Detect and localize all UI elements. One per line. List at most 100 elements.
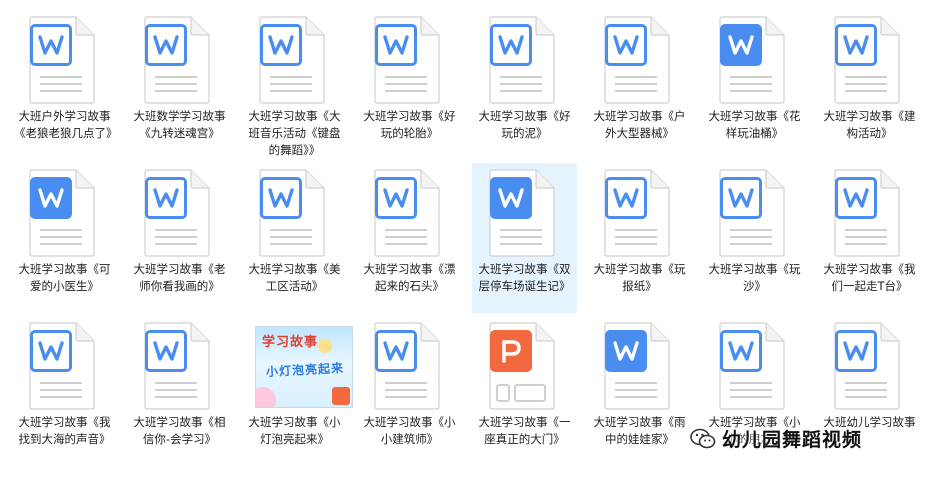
word-icon: [260, 24, 302, 66]
file-item[interactable]: 大班学习故事《好玩的泥》: [472, 10, 577, 160]
ppt-icon: [332, 387, 350, 405]
word-file-icon: [143, 169, 211, 257]
file-name-label: 大班学习故事《好玩的泥》: [478, 109, 571, 140]
flower-decoration: [318, 339, 332, 353]
word-icon: [835, 24, 877, 66]
file-item[interactable]: 大班学习故事《户外大型器械》: [587, 10, 692, 160]
image-title: 学习故事: [262, 335, 319, 350]
word-icon: [720, 177, 762, 219]
word-icon: [835, 177, 877, 219]
word-icon: [720, 330, 762, 372]
word-icon: [145, 177, 187, 219]
file-item[interactable]: 大班户外学习故事《老狼老狼几点了》: [12, 10, 118, 160]
file-name-label: 大班学习故事《好玩的轮胎》: [363, 109, 456, 140]
file-name-label: 大班学习故事《漂起来的石头》: [363, 262, 456, 293]
file-item[interactable]: 大班学习故事《小小建筑师》: [357, 316, 462, 466]
file-name-label: 大班学习故事《小灯泡亮起来》: [248, 415, 341, 446]
file-name-label: 大班学习故事《可爱的小医生》: [18, 262, 111, 293]
ppt-file-icon: [488, 322, 556, 410]
word-file-icon: [258, 16, 326, 104]
file-name-label: 大班学习故事《相信你-会学习》: [133, 415, 226, 446]
image-preview: 学习故事小灯泡亮起来: [255, 326, 353, 408]
file-name-label: 大班户外学习故事《老狼老狼几点了》: [14, 109, 118, 140]
file-name-label: 大班学习故事《大班音乐活动《键盘的舞蹈》》: [248, 109, 341, 157]
file-item[interactable]: 大班学习故事《双层停车场诞生记》: [472, 163, 577, 313]
word-icon: [375, 24, 417, 66]
file-name-label: 大班学习故事《花样玩油桶》: [708, 109, 801, 140]
file-item[interactable]: 大班学习故事《建构活动》: [817, 10, 922, 160]
file-item[interactable]: 大班学习故事《大班音乐活动《键盘的舞蹈》》: [242, 10, 347, 160]
word-file-icon: [488, 16, 556, 104]
word-icon: [375, 177, 417, 219]
watermark-text: 幼儿园舞蹈视频: [722, 429, 863, 451]
file-item[interactable]: 大班学习故事《相信你-会学习》: [127, 316, 232, 466]
file-item[interactable]: 大班学习故事《我们一起走T台》: [817, 163, 922, 313]
word-file-icon: [603, 16, 671, 104]
word-icon: [490, 177, 532, 219]
word-file-icon: [833, 169, 901, 257]
word-file-icon: [143, 16, 211, 104]
file-name-label: 大班学习故事《双层停车场诞生记》: [478, 262, 571, 293]
word-file-icon: [603, 169, 671, 257]
word-icon: [605, 177, 647, 219]
word-file-icon: [833, 16, 901, 104]
image-subtitle: 小灯泡亮起来: [265, 360, 345, 380]
file-name-label: 大班学习故事《小小建筑师》: [363, 415, 456, 446]
word-icon: [30, 177, 72, 219]
file-name-label: 大班学习故事《美工区活动》: [248, 262, 341, 293]
file-item[interactable]: 大班学习故事《漂起来的石头》: [357, 163, 462, 313]
watermark: 幼儿园舞蹈视频: [690, 425, 862, 452]
word-file-icon: [718, 16, 786, 104]
word-icon: [260, 177, 302, 219]
file-item[interactable]: 大班学习故事《雨中的娃娃家》: [587, 316, 692, 466]
file-name-label: 大班学习故事《户外大型器械》: [593, 109, 686, 140]
file-item[interactable]: 大班学习故事《美工区活动》: [242, 163, 347, 313]
word-file-icon: [718, 169, 786, 257]
word-file-icon: [28, 322, 96, 410]
word-file-icon: [28, 16, 96, 104]
file-grid: 大班户外学习故事《老狼老狼几点了》 大班数学学习故事《九转迷魂宫》 大班学习故事《大…: [12, 10, 925, 469]
word-file-icon: [373, 169, 441, 257]
word-icon: [145, 330, 187, 372]
word-file-icon: [143, 322, 211, 410]
file-item[interactable]: 大班学习故事《好玩的轮胎》: [357, 10, 462, 160]
file-name-label: 大班学习故事《我们一起走T台》: [823, 262, 916, 293]
flower-decoration: [256, 387, 276, 407]
file-name-label: 大班学习故事《玩沙》: [708, 262, 801, 293]
word-icon: [605, 24, 647, 66]
word-file-icon: [603, 322, 671, 410]
word-file-icon: [373, 16, 441, 104]
file-item[interactable]: 大班学习故事《花样玩油桶》: [702, 10, 807, 160]
ppt-icon: [490, 330, 532, 372]
file-item[interactable]: 大班学习故事《玩报纸》: [587, 163, 692, 313]
word-icon: [30, 330, 72, 372]
word-file-icon: [28, 169, 96, 257]
word-file-icon: [488, 169, 556, 257]
word-file-icon: [718, 322, 786, 410]
file-item[interactable]: 学习故事小灯泡亮起来大班学习故事《小灯泡亮起来》: [242, 316, 353, 466]
wechat-icon: [690, 428, 716, 450]
word-icon: [490, 24, 532, 66]
file-item[interactable]: 大班学习故事《一座真正的大门》: [472, 316, 577, 466]
file-name-label: 大班学习故事《老师你看我画的》: [133, 262, 226, 293]
word-icon: [605, 330, 647, 372]
word-file-icon: [373, 322, 441, 410]
file-name-label: 大班学习故事《玩报纸》: [593, 262, 686, 293]
file-item[interactable]: 大班学习故事《玩沙》: [702, 163, 807, 313]
file-name-label: 大班学习故事《我找到大海的声音》: [18, 415, 111, 446]
file-item[interactable]: 大班学习故事《老师你看我画的》: [127, 163, 232, 313]
file-name-label: 大班学习故事《一座真正的大门》: [478, 415, 571, 446]
file-item[interactable]: 大班学习故事《我找到大海的声音》: [12, 316, 117, 466]
word-icon: [375, 330, 417, 372]
file-name-label: 大班学习故事《建构活动》: [823, 109, 916, 140]
image-thumbnail: 学习故事小灯泡亮起来: [255, 322, 353, 410]
word-icon: [835, 330, 877, 372]
file-name-label: 大班学习故事《雨中的娃娃家》: [593, 415, 686, 446]
word-icon: [720, 24, 762, 66]
word-file-icon: [833, 322, 901, 410]
word-file-icon: [258, 169, 326, 257]
word-icon: [145, 24, 187, 66]
word-icon: [30, 24, 72, 66]
file-item[interactable]: 大班数学学习故事《九转迷魂宫》: [127, 10, 232, 160]
file-item[interactable]: 大班学习故事《可爱的小医生》: [12, 163, 117, 313]
